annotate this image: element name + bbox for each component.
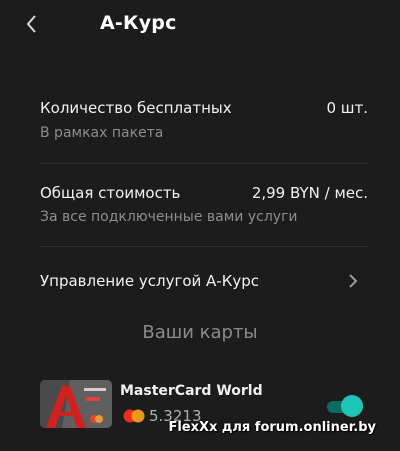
free-count-sublabel: В рамках пакета <box>40 125 164 141</box>
mastercard-icon <box>123 409 145 423</box>
card-image <box>40 380 112 428</box>
card-name: MasterCard World <box>120 383 263 399</box>
chevron-right-icon <box>349 274 358 288</box>
manage-service-label: Управление услугой А-Курс <box>40 272 260 290</box>
back-chevron-icon[interactable] <box>22 12 42 36</box>
free-count-value: 0 шт. <box>326 99 368 117</box>
total-cost-label: Общая стоимость <box>40 184 181 202</box>
free-count-label: Количество бесплатных <box>40 99 232 117</box>
alfa-card-art-icon <box>40 380 112 428</box>
top-bar: А-Курс <box>0 0 400 52</box>
page-title: А-Курс <box>100 12 177 34</box>
toggle-knob <box>341 395 363 417</box>
total-cost-sublabel: За все подключенные вами услуги <box>40 209 298 225</box>
cards-section-title: Ваши карты <box>142 322 258 343</box>
watermark: FlexXx для forum.onliner.by <box>168 420 376 435</box>
total-cost-value: 2,99 BYN / мес. <box>251 184 368 202</box>
manage-service-row[interactable]: Управление услугой А-Курс <box>0 247 400 313</box>
card-enabled-toggle[interactable] <box>327 395 363 417</box>
divider <box>40 163 368 164</box>
